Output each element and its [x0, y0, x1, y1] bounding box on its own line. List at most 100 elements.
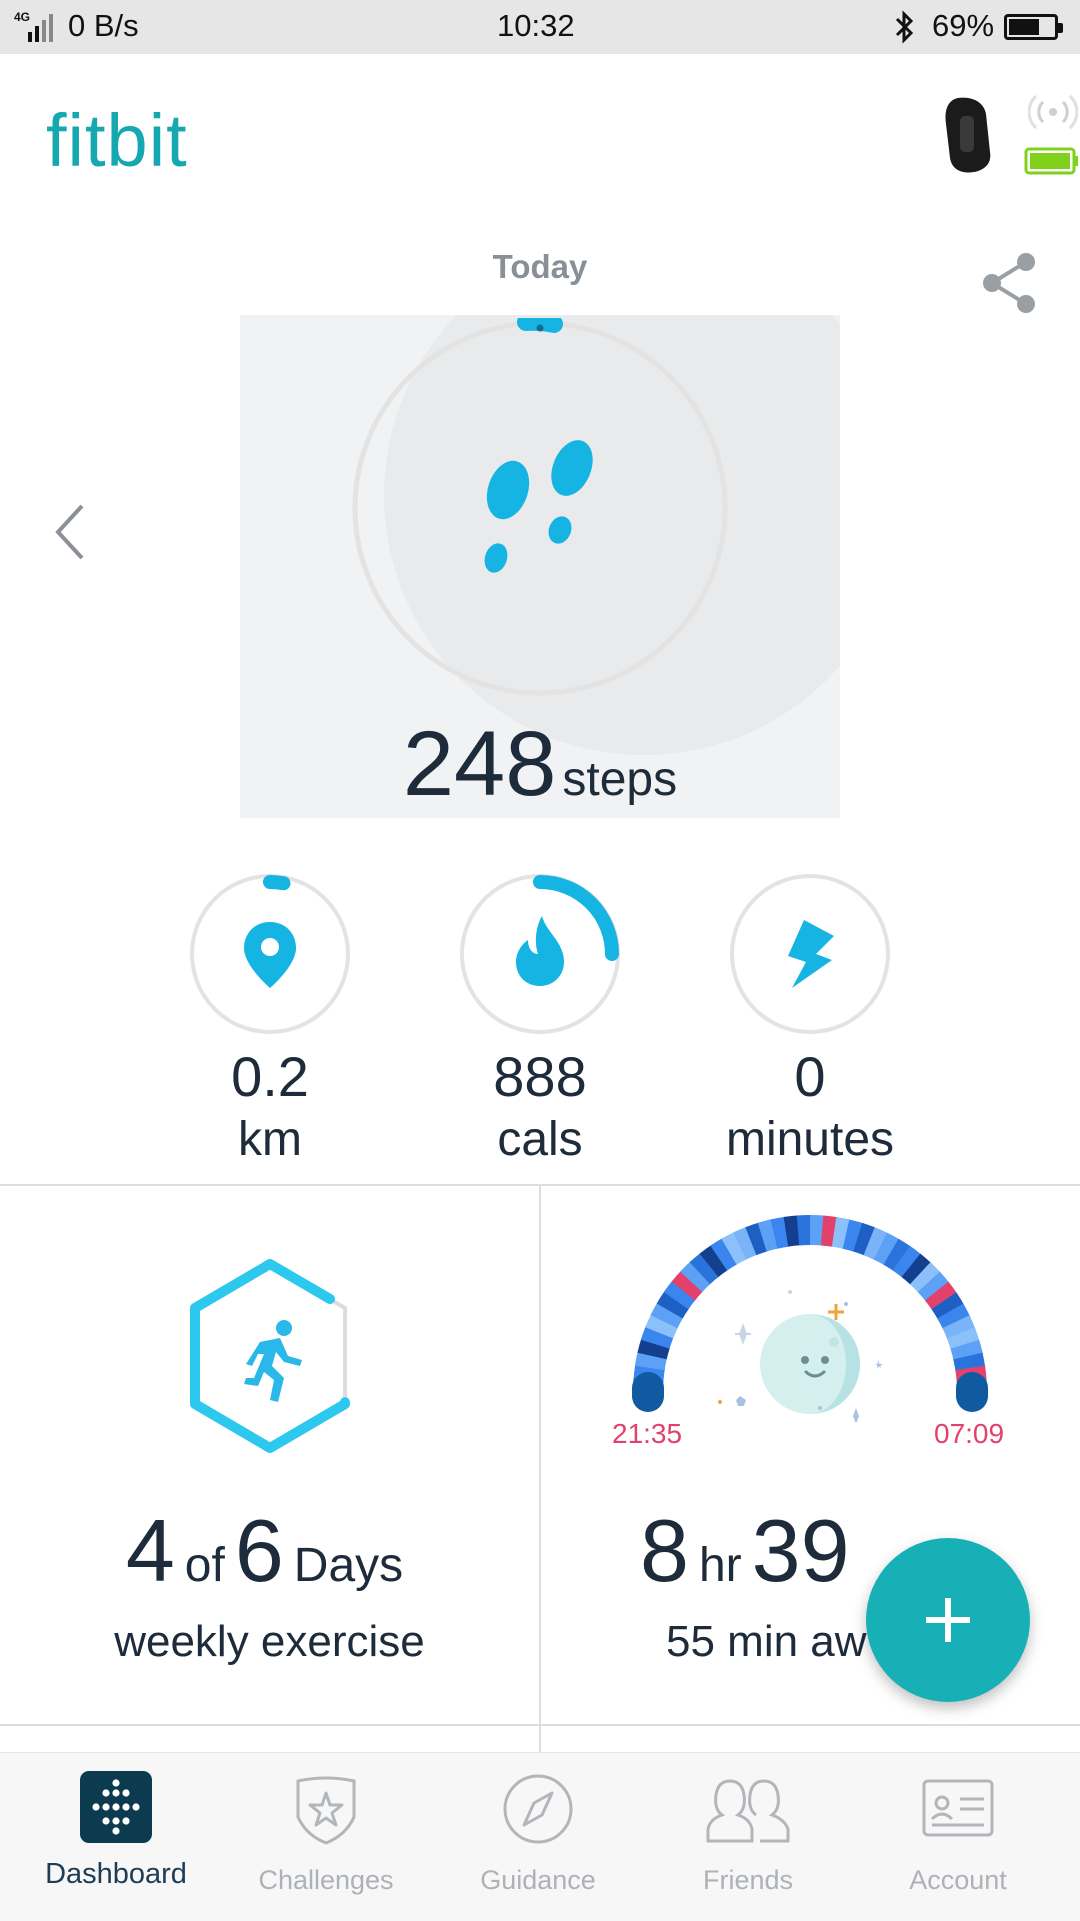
sleep-arc-chart	[632, 1215, 988, 1422]
steps-unit: steps	[562, 753, 678, 806]
sleep-stage-segment	[783, 1215, 801, 1247]
sync-signal-icon	[1028, 94, 1078, 130]
moon-icon	[760, 1314, 860, 1414]
calories-unit: cals	[497, 1113, 583, 1166]
nav-dashboard[interactable]: Dashboard	[8, 1753, 224, 1921]
sleep-stage-segment	[873, 1232, 901, 1266]
sleep-stage-segment	[745, 1222, 769, 1256]
sleep-stage-segment	[950, 1339, 983, 1361]
sleep-stage-segment	[901, 1253, 932, 1286]
exercise-goal: 6	[234, 1501, 284, 1600]
exercise-hexagon-icon	[190, 1259, 350, 1453]
sleep-stage-segment	[863, 1227, 889, 1261]
sleep-stage-segment	[796, 1215, 812, 1246]
exercise-summary: 4 of 6 Days	[0, 1500, 539, 1602]
calories-value: 888	[493, 1045, 587, 1108]
sleep-stage-segment	[809, 1215, 825, 1246]
sleep-hours-unit: hr	[698, 1539, 742, 1592]
battery-icon	[1004, 14, 1063, 40]
friends-icon	[706, 1779, 790, 1843]
clock: 10:32	[497, 8, 575, 43]
sleep-stage-segment	[831, 1216, 852, 1250]
footsteps-icon	[484, 440, 593, 573]
sleep-duration: 8 hr 39	[640, 1500, 850, 1602]
distance-value: 0.2	[231, 1045, 309, 1108]
sleep-start-time: 21:35	[612, 1418, 683, 1449]
plus-icon	[926, 1598, 970, 1642]
sleep-stage-segment	[924, 1281, 958, 1311]
sleep-minutes: 39	[751, 1501, 850, 1600]
nav-label: Challenges	[258, 1865, 394, 1895]
sleep-subtitle: 55 min aw	[666, 1617, 867, 1666]
sleep-stage-segment	[953, 1352, 986, 1372]
sleep-stage-segment	[892, 1245, 922, 1279]
divider-vertical	[539, 1184, 541, 1752]
sleep-stage-segment	[689, 1252, 720, 1285]
runner-icon	[244, 1320, 302, 1402]
status-bar: 4G 0 B/s 10:32 69%	[0, 0, 1080, 54]
sleep-stage-segment	[937, 1303, 971, 1330]
sleep-stage-segment	[645, 1313, 679, 1339]
active-minutes-unit: minutes	[725, 1113, 895, 1166]
sleep-stage-segment	[733, 1226, 758, 1260]
exercise-of: of	[184, 1539, 225, 1592]
signal-icon: 4G	[14, 10, 54, 42]
sleep-stage-segment	[650, 1301, 684, 1329]
sleep-stage-segment	[931, 1292, 965, 1320]
sleep-stage-segment	[671, 1270, 704, 1301]
distance-unit: km	[238, 1113, 302, 1166]
sleep-stage-segment	[634, 1350, 668, 1371]
sleep-stage-segment	[757, 1219, 779, 1252]
add-button[interactable]	[866, 1538, 1030, 1702]
exercise-subtitle: weekly exercise	[114, 1617, 425, 1666]
sleep-stage-segment	[656, 1290, 690, 1319]
sleep-stage-segment	[853, 1222, 877, 1256]
tracker-device-icon[interactable]	[940, 96, 1004, 176]
flame-icon	[516, 916, 564, 986]
account-card-icon	[922, 1779, 994, 1837]
challenges-badge-icon	[296, 1776, 356, 1845]
sleep-stage-segment	[770, 1216, 790, 1249]
nav-account[interactable]: Account	[850, 1753, 1066, 1921]
sleep-stage-segment	[883, 1238, 912, 1272]
sleep-stage-segment	[680, 1261, 712, 1293]
fitbit-logo: fitbit	[46, 99, 188, 182]
steps-count: 248 steps	[240, 712, 840, 817]
exercise-unit: Days	[293, 1539, 404, 1592]
sleep-stage-segment	[710, 1237, 738, 1271]
lightning-icon	[788, 920, 834, 988]
network-speed: 0 B/s	[68, 8, 139, 43]
bluetooth-icon	[895, 10, 914, 44]
today-label: Today	[492, 248, 588, 285]
location-pin-icon	[244, 922, 296, 988]
compass-icon	[503, 1774, 573, 1844]
exercise-days-value: 4	[125, 1501, 175, 1600]
nav-friends[interactable]: Friends	[640, 1753, 856, 1921]
sleep-stage-segment	[637, 1338, 671, 1360]
battery-percent: 69%	[932, 8, 995, 43]
sleep-stage-segment	[820, 1215, 839, 1247]
nav-label: Account	[909, 1865, 1007, 1895]
nav-guidance[interactable]: Guidance	[430, 1753, 646, 1921]
nav-challenges[interactable]: Challenges	[218, 1753, 434, 1921]
sleep-stage-segment	[842, 1219, 864, 1253]
nav-label: Guidance	[480, 1865, 596, 1895]
nav-label: Friends	[702, 1865, 794, 1895]
sleep-stage-segment	[946, 1327, 980, 1351]
sleep-end-time: 07:09	[934, 1418, 1005, 1449]
steps-value: 248	[402, 713, 557, 815]
bottom-nav: Dashboard Challenges Guidance Friends Ac…	[0, 1752, 1080, 1921]
divider	[0, 1724, 1080, 1726]
active-minutes-value: 0	[794, 1045, 826, 1108]
share-icon[interactable]	[978, 250, 1040, 316]
sleep-stage-segment	[663, 1280, 697, 1310]
device-battery-icon	[1024, 147, 1078, 175]
sleep-hours: 8	[640, 1501, 689, 1600]
nav-label: Dashboard	[45, 1858, 187, 1890]
sleep-stage-segment	[699, 1244, 729, 1278]
sleep-stage-segment	[942, 1315, 976, 1340]
sleep-stage-segment	[917, 1271, 950, 1302]
previous-day-chevron-icon[interactable]	[50, 500, 90, 564]
network-type: 4G	[14, 10, 31, 24]
dashboard-icon	[80, 1771, 152, 1843]
